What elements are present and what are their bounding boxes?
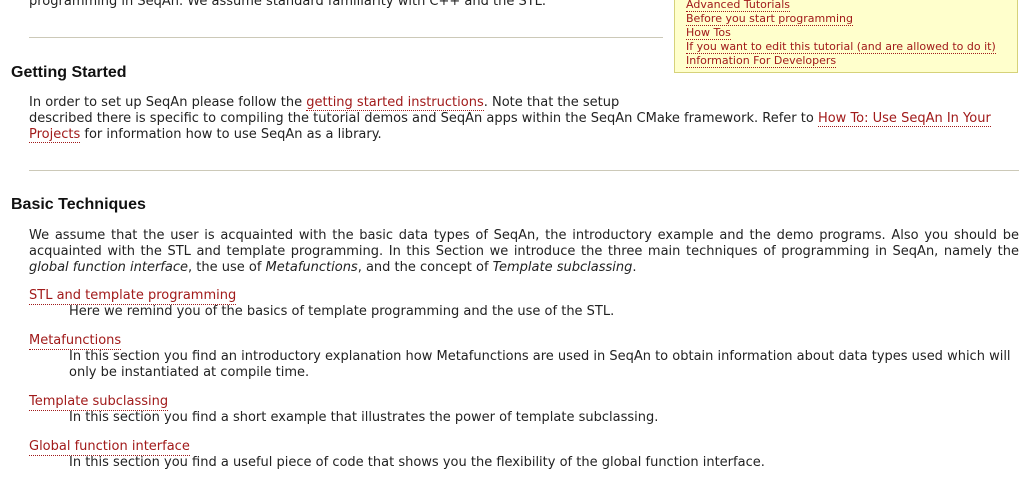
getting-started-text: described there is specific to compiling… [29, 111, 818, 126]
metafunctions-link[interactable]: Metafunctions [29, 333, 122, 350]
list-item-description: In this section you find a short example… [69, 410, 659, 425]
toc-link-advanced-tutorials[interactable]: Advanced Tutorials [686, 0, 791, 12]
section-divider [29, 37, 663, 38]
basic-techniques-intro: We assume that the user is acquainted wi… [29, 228, 1019, 276]
table-of-contents-box: Advanced Tutorials Before you start prog… [674, 0, 1018, 73]
section-divider [29, 170, 1019, 171]
getting-started-paragraph: In order to set up SeqAn please follow t… [29, 95, 1019, 143]
list-item-description: In this section you find a useful piece … [69, 455, 765, 470]
intro-text: , and the concept of [357, 260, 493, 275]
basic-techniques-heading: Basic Techniques [11, 196, 146, 213]
template-subclassing-link[interactable]: Template subclassing [29, 394, 169, 411]
getting-started-text: for information how to use SeqAn as a li… [80, 127, 382, 142]
intro-text: We assume that the user is acquainted wi… [29, 228, 1019, 259]
intro-partial-text: programming in SeqAn. We assume standard… [29, 0, 547, 9]
intro-emphasis: Template subclassing [492, 260, 633, 275]
intro-emphasis: global function interface [29, 260, 188, 275]
intro-emphasis: Metafunctions [265, 260, 358, 275]
global-function-interface-link[interactable]: Global function interface [29, 439, 190, 456]
getting-started-text: In order to set up SeqAn please follow t… [29, 95, 307, 110]
intro-text: . [632, 260, 637, 275]
intro-text: , the use of [188, 260, 266, 275]
toc-link-before-programming[interactable]: Before you start programming [686, 12, 853, 26]
document-page: programming in SeqAn. We assume standard… [0, 0, 1031, 496]
getting-started-heading: Getting Started [11, 64, 127, 81]
list-item-description: In this section you find an introductory… [69, 349, 1011, 380]
toc-link-developers[interactable]: Information For Developers [686, 54, 837, 68]
list-item-description: Here we remind you of the basics of temp… [69, 304, 615, 319]
toc-link-how-tos[interactable]: How Tos [686, 26, 731, 40]
toc-link-edit-tutorial[interactable]: If you want to edit this tutorial (and a… [686, 40, 996, 54]
stl-template-programming-link[interactable]: STL and template programming [29, 288, 237, 305]
window-edge [1019, 0, 1031, 496]
getting-started-instructions-link[interactable]: getting started instructions [306, 95, 484, 111]
getting-started-text: . Note that the setup [483, 95, 620, 110]
